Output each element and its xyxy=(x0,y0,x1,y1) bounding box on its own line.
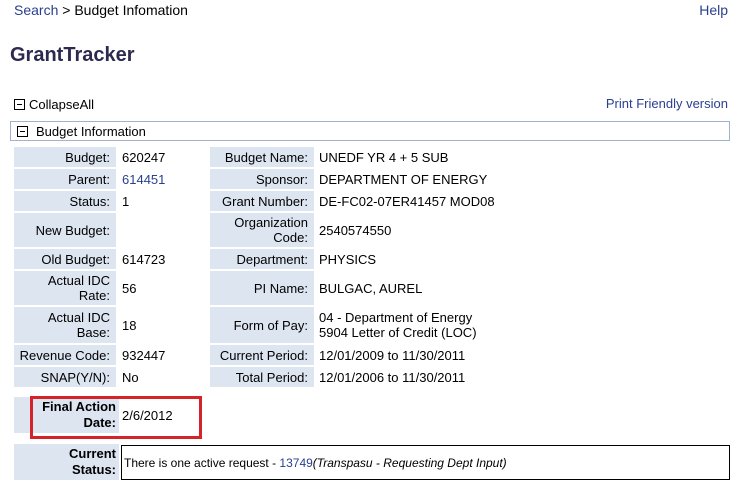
current-status-label: Current Status: xyxy=(14,444,119,480)
budget-value: 620247 xyxy=(122,149,166,165)
actual-idc-rate-label-line1: Actual IDC xyxy=(47,273,110,288)
department-value: PHYSICS xyxy=(319,251,377,267)
budget-label: Budget: xyxy=(14,147,116,167)
organization-code-value: 2540574550 xyxy=(319,222,392,238)
new-budget-value xyxy=(118,213,206,247)
grant-number-label: Grant Number: xyxy=(210,191,314,211)
new-budget-label: New Budget: xyxy=(14,213,116,247)
organization-code-label-line1: Organization xyxy=(234,215,308,230)
form-of-pay-label: Form of Pay: xyxy=(210,307,314,343)
highlight-annotation xyxy=(30,396,202,439)
snap-value: No xyxy=(122,369,139,385)
collapse-all-label[interactable]: CollapseAll xyxy=(29,97,94,112)
form-of-pay-value-line1: 04 - Department of Energy xyxy=(319,310,473,325)
revenue-code-value: 932447 xyxy=(122,347,166,363)
app-title: GrantTracker xyxy=(10,44,135,66)
pi-name-label: PI Name: xyxy=(210,271,314,305)
collapse-icon[interactable] xyxy=(14,99,25,110)
old-budget-value: 614723 xyxy=(122,251,166,267)
section-header-budget-information[interactable]: Budget Information xyxy=(10,121,730,141)
organization-code-label: Organization Code: xyxy=(210,213,314,247)
actual-idc-rate-value: 56 xyxy=(122,280,137,296)
actual-idc-rate-label-line2: Rate: xyxy=(78,288,110,303)
breadcrumb-current: Budget Infomation xyxy=(74,2,188,18)
revenue-code-label: Revenue Code: xyxy=(14,345,116,365)
actual-idc-base-label: Actual IDC Base: xyxy=(14,307,116,343)
form-of-pay-value-line2: 5904 Letter of Credit (LOC) xyxy=(319,325,477,340)
collapse-section-icon[interactable] xyxy=(17,125,28,137)
help-link[interactable]: Help xyxy=(699,2,728,18)
parent-label: Parent: xyxy=(14,169,116,189)
budget-name-label: Budget Name: xyxy=(210,147,314,167)
breadcrumb-separator: > xyxy=(62,2,71,18)
collapse-all-control[interactable]: CollapseAll xyxy=(14,97,94,112)
status-label: Status: xyxy=(14,191,116,211)
grant-number-value: DE-FC02-07ER41457 MOD08 xyxy=(319,193,495,209)
sponsor-value: DEPARTMENT OF ENERGY xyxy=(319,171,488,187)
parent-link[interactable]: 614451 xyxy=(122,172,165,187)
pi-name-value: BULGAC, AUREL xyxy=(319,280,423,296)
total-period-label: Total Period: xyxy=(210,367,314,387)
current-period-value: 12/01/2009 to 11/30/2011 xyxy=(319,347,466,363)
parent-value-cell: 614451 xyxy=(118,169,206,189)
status-value: 1 xyxy=(122,193,130,209)
actual-idc-base-label-line2: Base: xyxy=(76,325,110,340)
sponsor-label: Sponsor: xyxy=(210,169,314,189)
current-period-label: Current Period: xyxy=(210,345,314,365)
current-status-label-line2: Status: xyxy=(71,462,116,477)
current-status-detail: (Transpasu - Requesting Dept Input) xyxy=(312,455,507,470)
print-friendly-link[interactable]: Print Friendly version xyxy=(606,96,728,111)
snap-label: SNAP(Y/N): xyxy=(14,367,116,387)
organization-code-label-line2: Code: xyxy=(273,230,308,245)
total-period-value: 12/01/2006 to 11/30/2011 xyxy=(319,369,466,385)
current-status-label-line1: Current xyxy=(69,446,116,461)
form-of-pay-value: 04 - Department of Energy 5904 Letter of… xyxy=(315,307,730,343)
breadcrumb-search-link[interactable]: Search xyxy=(14,2,58,18)
current-status-box: There is one active request - 13749 (Tra… xyxy=(121,445,730,480)
budget-name-value: UNEDF YR 4 + 5 SUB xyxy=(319,149,449,165)
section-title: Budget Information xyxy=(36,123,146,139)
actual-idc-rate-label: Actual IDC Rate: xyxy=(14,271,116,305)
actual-idc-base-value: 18 xyxy=(122,317,137,333)
department-label: Department: xyxy=(210,249,314,269)
actual-idc-base-label-line1: Actual IDC xyxy=(47,310,110,325)
breadcrumb: Search > Budget Infomation xyxy=(14,2,188,18)
old-budget-label: Old Budget: xyxy=(14,249,116,269)
request-link[interactable]: 13749 xyxy=(279,456,312,470)
current-status-prefix: There is one active request - xyxy=(124,455,280,470)
